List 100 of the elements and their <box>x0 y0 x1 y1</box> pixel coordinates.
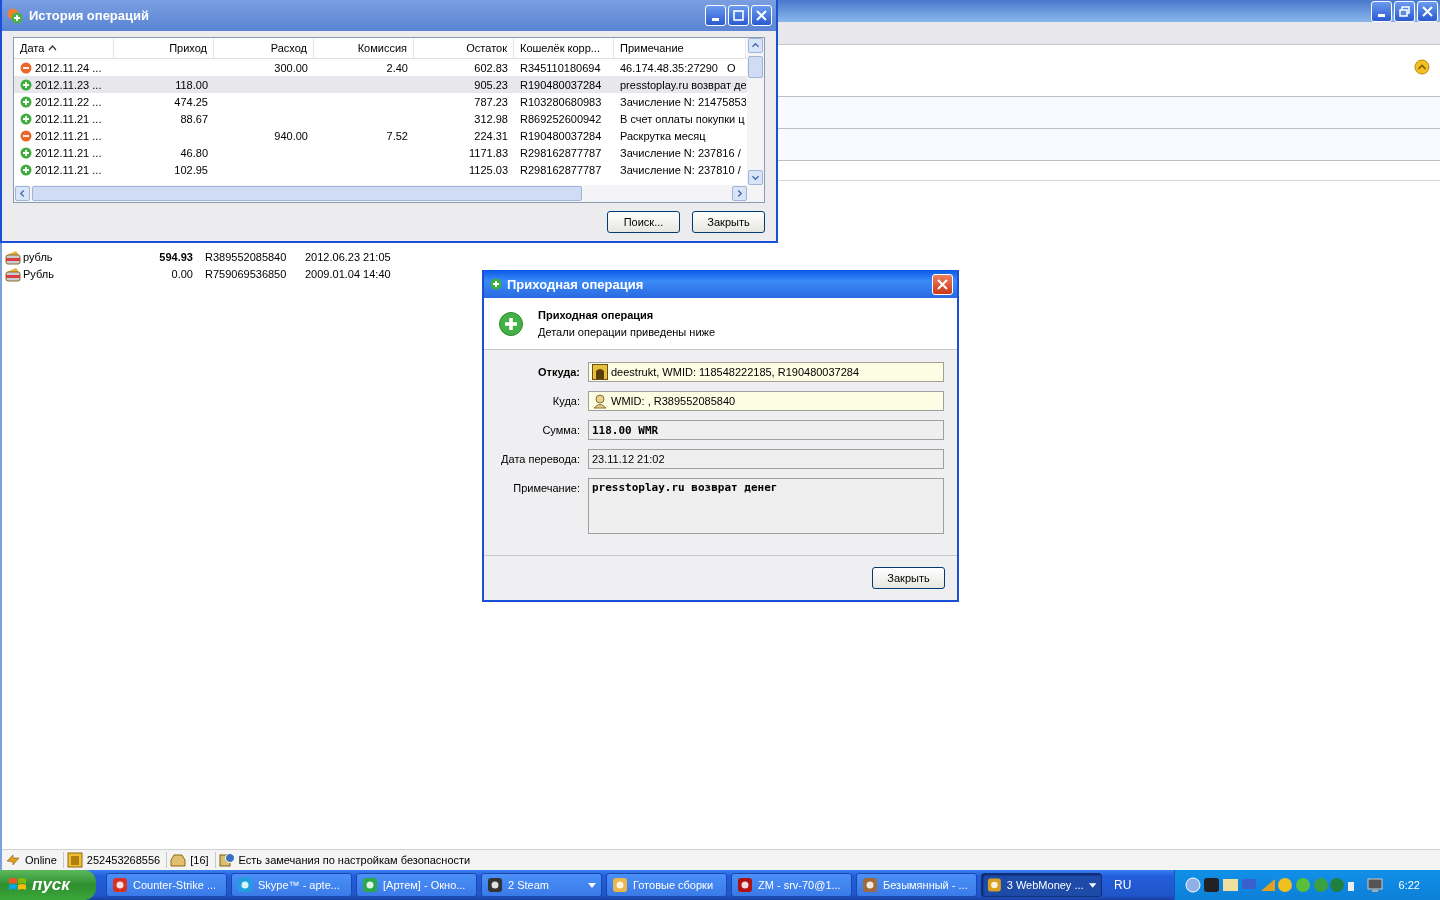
close-dialog-button[interactable]: Закрыть <box>872 567 945 589</box>
close-button[interactable] <box>1417 0 1438 22</box>
coins-icon <box>6 6 24 25</box>
field-label: Куда: <box>551 394 580 407</box>
scroll-left-icon[interactable] <box>15 186 30 201</box>
column-header[interactable]: Дата <box>14 38 114 58</box>
taskbar-button[interactable]: ZM - srv-70@1... <box>731 873 852 897</box>
table-cell: 1171.83 <box>469 146 508 159</box>
app-icon <box>987 877 1002 893</box>
table-cell: 2012.11.21 ... <box>35 112 102 125</box>
status-text: Online <box>25 854 57 866</box>
restore-button[interactable] <box>1394 0 1415 22</box>
read-only-field[interactable]: WMID: , R389552085840 <box>588 391 944 411</box>
table-cell: 312.98 <box>474 112 508 125</box>
table-row[interactable]: 2012.11.21 ... 940.00 7.52 224.31 R190480037284 Раскрутка месяц <box>14 127 747 144</box>
wallet-number: R389552085840 <box>205 250 288 263</box>
column-header[interactable]: Комиссия <box>314 38 414 58</box>
status-text: 252453268556 <box>86 854 161 866</box>
column-header[interactable]: Остаток <box>414 38 514 58</box>
app-icon <box>112 877 128 893</box>
app-icon <box>362 877 378 893</box>
scroll-up-icon[interactable] <box>748 38 763 53</box>
table-cell: R298162877787 <box>520 163 602 176</box>
horizontal-scrollbar[interactable] <box>14 185 764 202</box>
wallet-name: рубль <box>23 250 54 263</box>
table-cell: 88.67 <box>180 112 208 125</box>
field-label: Сумма: <box>541 423 580 436</box>
table-cell: 46.174.48.35:27290 О <box>620 61 736 74</box>
column-header[interactable]: Расход <box>214 38 314 58</box>
scroll-down-icon[interactable] <box>748 170 763 185</box>
restore-icon <box>1399 5 1410 17</box>
dialog-button[interactable]: Поиск... <box>607 211 680 233</box>
table-cell: Раскрутка месяц <box>620 129 706 142</box>
scroll-right-icon[interactable] <box>732 186 747 201</box>
app-icon <box>612 877 628 893</box>
wallet-amount: 594.93 <box>158 250 193 263</box>
maximize-icon <box>733 10 744 21</box>
language-indicator[interactable]: RU <box>1114 878 1132 892</box>
arrows-icon <box>5 852 21 868</box>
clock: 6:22 <box>1398 879 1420 891</box>
read-only-field[interactable]: deestrukt, WMID: 118548222185, R190480037284 <box>588 362 944 382</box>
table-cell: 2012.11.24 ... <box>35 61 102 74</box>
table-cell: Зачисление N: 21475853 <box>620 95 746 108</box>
dialog-heading: Приходная операция <box>538 309 655 321</box>
read-only-field[interactable]: 118.00 WMR <box>588 420 944 440</box>
wallet-icon <box>5 265 21 282</box>
table-cell: R869252600942 <box>520 112 602 125</box>
id-card-icon <box>66 852 83 868</box>
minimize-button[interactable] <box>1371 0 1392 22</box>
read-only-field[interactable]: 23.11.12 21:02 <box>588 449 944 469</box>
minimize-button[interactable] <box>705 5 726 26</box>
table-cell: R345110180694 <box>520 61 601 74</box>
scroll-thumb[interactable] <box>32 186 582 201</box>
table-cell: 474.25 <box>174 95 208 108</box>
table-cell: R190480037284 <box>520 78 602 91</box>
table-row[interactable]: 2012.11.21 ... 88.67 312.98 R869252600942 В счет оплаты покупки ц <box>14 110 747 127</box>
column-header[interactable]: Примечание <box>614 38 746 58</box>
taskbar-button[interactable]: Безымянный - ... <box>856 873 977 897</box>
close-button[interactable] <box>751 5 772 26</box>
table-cell: R103280680983 <box>520 95 602 108</box>
column-header[interactable]: Приход <box>114 38 214 58</box>
table-row[interactable]: 2012.11.23 ... 118.00 905.23 R190480037284 presstoplay.ru возврат де <box>14 76 747 93</box>
caret-icon <box>1088 882 1096 888</box>
table-cell: 300.00 <box>274 61 308 74</box>
wallet-name: Рубль <box>23 267 55 280</box>
table-cell: 602.83 <box>474 61 508 74</box>
field-label: Дата перевода: <box>500 452 580 465</box>
taskbar-button[interactable]: 3 WebMoney ... <box>981 873 1102 897</box>
taskbar-button[interactable]: Counter-Strike ... <box>106 873 227 897</box>
table-cell: 940.00 <box>274 129 308 142</box>
table-cell: 787.23 <box>474 95 508 108</box>
taskbar-button[interactable]: Skype™ - apte... <box>231 873 352 897</box>
dialog-subheading: Детали операции приведены ниже <box>538 326 715 338</box>
table-cell: 2012.11.21 ... <box>35 163 102 176</box>
close-button[interactable] <box>932 273 953 295</box>
table-cell: 905.23 <box>474 78 508 91</box>
table-row[interactable]: 2012.11.21 ... 102.95 1125.03 R298162877787 Зачисление N: 237810 / <box>14 161 747 178</box>
app-icon <box>487 877 503 893</box>
vertical-scrollbar[interactable] <box>747 38 764 185</box>
start-button[interactable]: пуск <box>0 870 96 900</box>
read-only-field[interactable]: presstoplay.ru возврат денег <box>588 478 944 534</box>
taskbar-button[interactable]: 2 Steam <box>481 873 602 897</box>
taskbar-button[interactable]: [Артем] - Окно... <box>356 873 477 897</box>
wallet-date: 2012.06.23 21:05 <box>305 250 391 263</box>
table-row[interactable]: 2012.11.24 ... 300.00 2.40 602.83 R345110180694 46.174.48.35:27290 О <box>14 59 747 76</box>
dialog-button[interactable]: Закрыть <box>692 211 765 233</box>
taskbar-button[interactable]: Готовые сборки <box>606 873 727 897</box>
wallet-amount: 0.00 <box>170 267 193 280</box>
wallet-icon <box>5 248 21 265</box>
column-header[interactable]: Кошелёк корр... <box>514 38 614 58</box>
table-row[interactable]: 2012.11.22 ... 474.25 787.23 R103280680983 Зачисление N: 21475853 <box>14 93 747 110</box>
collapse-icon[interactable] <box>1414 59 1430 75</box>
maximize-button[interactable] <box>728 5 749 26</box>
table-cell: Зачисление N: 237810 / <box>620 163 741 176</box>
plus-icon <box>490 278 502 290</box>
close-icon <box>756 10 767 21</box>
scroll-thumb[interactable] <box>748 56 763 78</box>
table-cell: 7.52 <box>386 129 408 142</box>
table-row[interactable]: 2012.11.21 ... 46.80 1171.83 R298162877787 Зачисление N: 237816 / <box>14 144 747 161</box>
field-label: Откуда: <box>536 365 580 378</box>
